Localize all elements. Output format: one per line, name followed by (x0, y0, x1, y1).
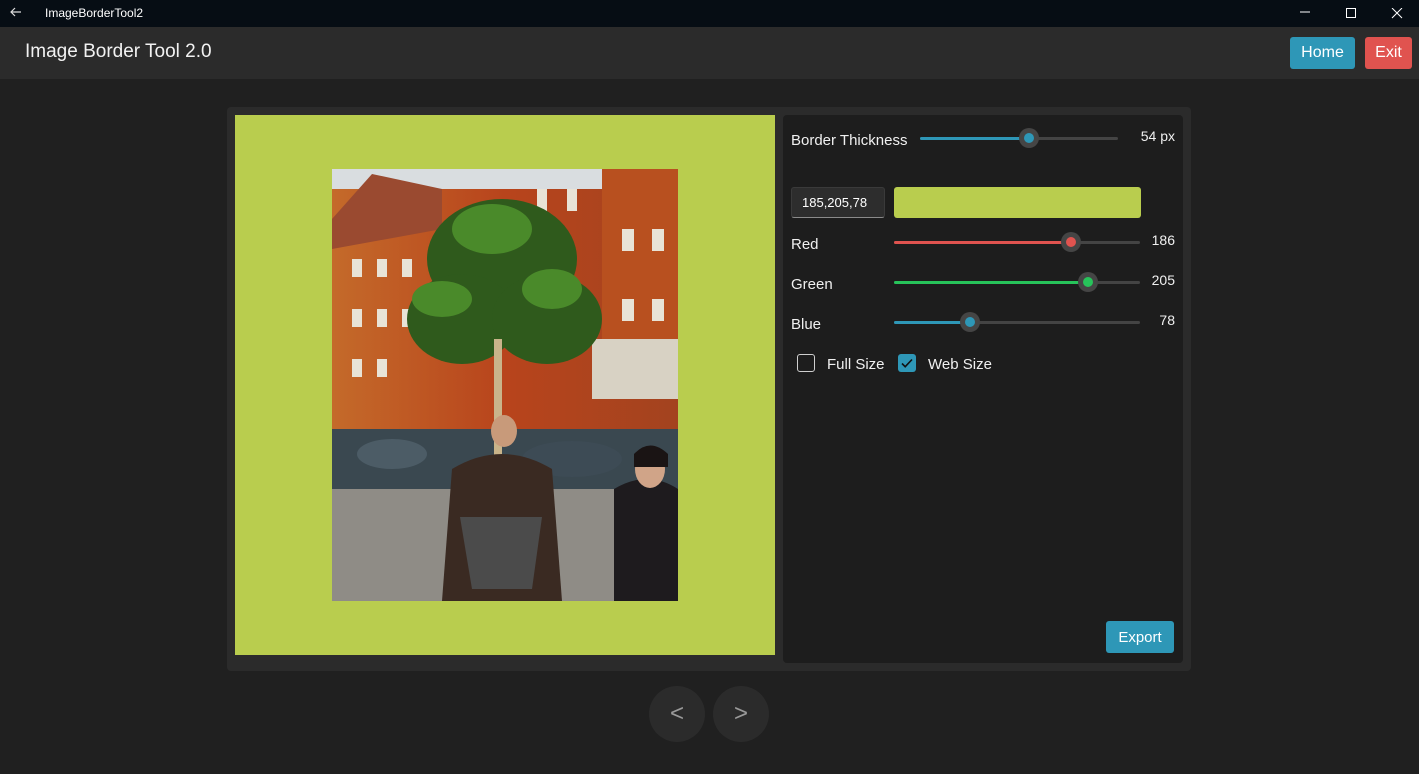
minimize-icon (1300, 11, 1310, 13)
photo-image (332, 169, 678, 601)
green-value: 205 (1151, 272, 1175, 288)
exit-button[interactable]: Exit (1365, 37, 1412, 69)
full-size-checkbox[interactable] (797, 354, 815, 372)
page-title: Image Border Tool 2.0 (25, 41, 212, 62)
app-header: Image Border Tool 2.0 Home Exit (0, 27, 1419, 79)
green-label: Green (791, 276, 833, 293)
blue-value: 78 (1159, 312, 1175, 328)
window-title: ImageBorderTool2 (45, 6, 144, 20)
red-slider-thumb[interactable] (1061, 232, 1082, 252)
maximize-icon (1346, 8, 1356, 18)
green-slider-thumb[interactable] (1078, 272, 1099, 292)
blue-label: Blue (791, 316, 822, 333)
home-button[interactable]: Home (1290, 37, 1355, 69)
next-image-button[interactable]: > (713, 686, 769, 742)
full-size-label: Full Size (827, 356, 885, 373)
rgb-input[interactable] (791, 187, 885, 218)
checkmark-icon (901, 358, 913, 368)
red-slider[interactable] (894, 232, 1140, 252)
red-value: 186 (1151, 232, 1175, 248)
minimize-button[interactable] (1282, 0, 1328, 27)
border-thickness-thumb[interactable] (1018, 128, 1039, 148)
web-size-label: Web Size (928, 356, 992, 373)
close-button[interactable] (1374, 0, 1419, 27)
window-titlebar: ImageBorderTool2 (0, 0, 1419, 27)
blue-slider-thumb[interactable] (960, 312, 981, 332)
image-preview (235, 115, 775, 655)
border-thickness-slider[interactable] (920, 128, 1118, 148)
maximize-button[interactable] (1328, 0, 1374, 27)
back-arrow-icon[interactable] (8, 4, 24, 20)
blue-slider[interactable] (894, 312, 1140, 332)
close-icon (1391, 8, 1403, 19)
controls-panel: Border Thickness 54 px Red 186 Green 205… (783, 115, 1183, 663)
export-button[interactable]: Export (1106, 621, 1174, 653)
previous-image-button[interactable]: < (649, 686, 705, 742)
red-label: Red (791, 236, 819, 253)
web-size-checkbox[interactable] (898, 354, 916, 372)
border-thickness-label: Border Thickness (791, 132, 908, 149)
green-slider[interactable] (894, 272, 1140, 292)
border-thickness-value: 54 px (1140, 128, 1175, 144)
color-swatch (894, 187, 1141, 218)
